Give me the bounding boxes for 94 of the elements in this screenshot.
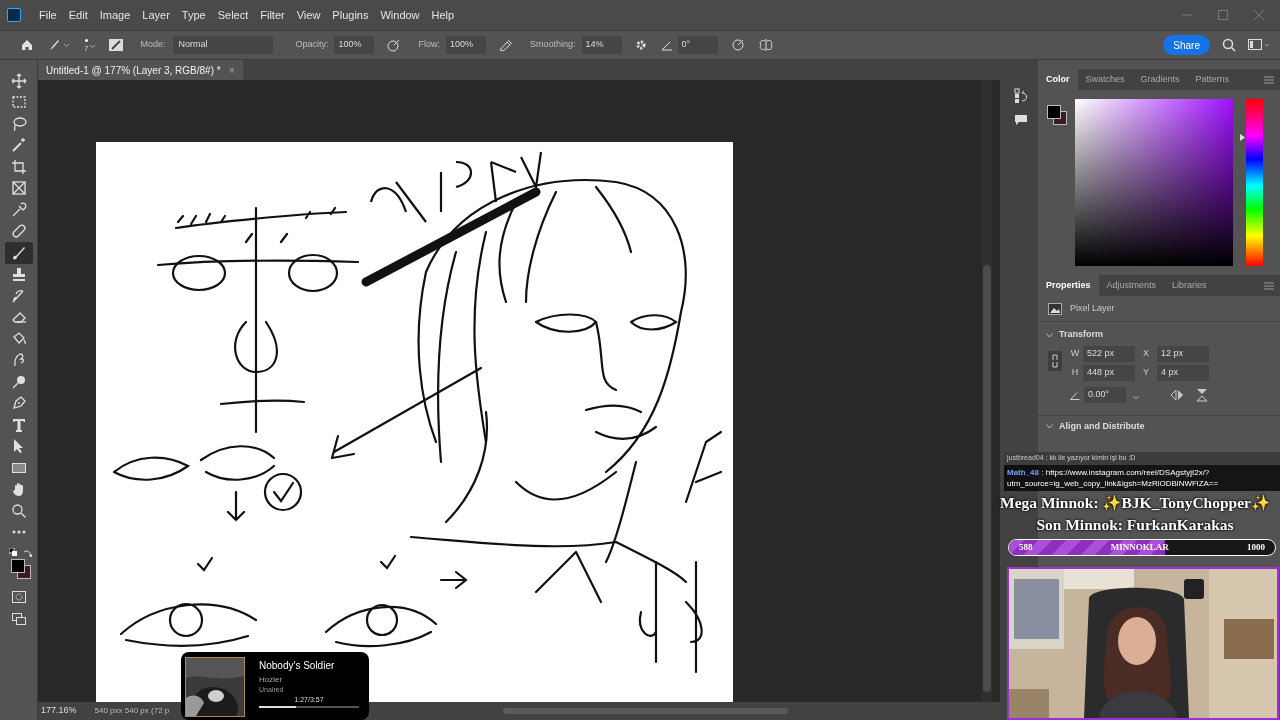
smoothing-label: Smoothing: [530,38,576,52]
brush-tip-icon[interactable] [84,39,88,42]
hue-slider[interactable] [1240,99,1263,266]
default-colors-icon[interactable] [8,548,17,556]
field-label: X [1142,347,1150,361]
menu-item[interactable]: File [33,6,63,24]
color-swatches-icon[interactable] [10,559,31,579]
smoothing-field[interactable]: 14% [581,36,622,54]
rotation-field[interactable]: 0.00° [1084,387,1126,403]
menu-item[interactable]: Layer [136,6,176,24]
menu-item[interactable]: Edit [62,6,94,24]
brush-size-label: 7 [84,44,89,53]
panel-tab[interactable]: Adjustments [1098,275,1165,296]
horizontal-scrollbar-thumb[interactable] [503,708,788,714]
flip-horizontal-icon[interactable] [1170,389,1184,401]
comments-panel-icon[interactable] [1014,114,1028,126]
document-tab[interactable]: Untitled-1 @ 177% (Layer 3, RGB/8#) * × [38,60,243,80]
menu-item[interactable]: Window [374,6,426,24]
flow-field[interactable]: 100% [446,36,486,54]
home-icon[interactable] [20,38,34,52]
move-tool-icon[interactable] [10,72,27,89]
brush-icon[interactable] [48,38,70,52]
panel-tab[interactable]: Color [1038,69,1078,90]
dimension-field[interactable]: 448 px [1083,365,1135,381]
mode-dropdown[interactable]: Normal [173,36,274,54]
butterfly-icon[interactable] [757,38,774,52]
section-title[interactable]: Transform [1059,328,1103,342]
collapse-icon[interactable] [1046,332,1053,338]
pen-tool-icon[interactable] [10,395,27,412]
song-title: Nobody's Soldier [259,660,336,672]
field-label: Y [1142,366,1150,380]
panel-tab[interactable]: Patterns [1187,69,1238,90]
frame-tool-icon[interactable] [10,180,27,197]
panel-tab[interactable]: Swatches [1077,69,1133,90]
layer-type-label: Pixel Layer [1070,301,1115,315]
collapse-icon[interactable] [1046,424,1053,429]
menu-item[interactable]: Help [425,6,461,24]
healing-tool-icon[interactable] [10,223,27,240]
dodge-tool-icon[interactable] [10,373,27,390]
angle-field[interactable]: 0° [677,36,718,54]
screen-mode-icon[interactable] [11,613,26,625]
menu-item[interactable]: View [290,6,327,24]
menu-item[interactable]: Type [175,6,212,24]
flow-label: Flow: [418,38,440,52]
pressure-size-icon[interactable] [729,38,746,52]
app-logo-icon [7,8,21,22]
zoom-level[interactable]: 177.16% [41,704,77,718]
section-title[interactable]: Align and Distribute [1059,419,1145,434]
panel-tab[interactable]: Gradients [1132,69,1188,90]
brush-settings-icon[interactable] [108,38,125,52]
artist-name: Hozier [259,674,284,686]
search-icon[interactable] [1222,38,1236,52]
menu-item[interactable]: Image [93,6,137,24]
top-supporter-label: Mega Minnok: ✨BJK_TonyChopper✨ [999,493,1271,513]
position-field[interactable]: 12 px [1157,346,1209,362]
chat-message: Math_48 : https://www.instagram.com/reel/DSAgstyjI2x/?utm_source=ig_web_copy_link&igsh=MzRlODBlNWFlZA== [1004,464,1280,491]
link-dimensions-icon[interactable] [1048,351,1062,371]
wand-tool-icon[interactable] [10,137,27,154]
color-swatches-icon[interactable] [1047,105,1067,125]
eyedropper-tool-icon[interactable] [10,201,27,218]
field-label: W [1070,347,1080,361]
position-field[interactable]: 4 px [1157,365,1209,381]
menu-item[interactable]: Plugins [326,6,375,24]
history-panel-icon[interactable] [1014,88,1028,104]
lasso-tool-icon[interactable] [10,115,27,132]
airbrush-icon[interactable] [498,38,514,52]
mode-label: Mode: [140,38,166,52]
panel-tab[interactable]: Libraries [1164,275,1215,296]
opacity-label: Opacity: [295,38,329,52]
document-size: 540 pxx 540 px (72 p [94,705,170,717]
zoom-tool-icon[interactable] [10,502,27,519]
marquee-tool-icon[interactable] [10,94,27,111]
quick-mask-icon[interactable] [11,591,26,603]
scrollbar-thumb[interactable] [983,265,991,692]
menu-item[interactable]: Filter [254,6,291,24]
panel-tab[interactable]: Properties [1038,275,1099,296]
color-picker-field[interactable] [1075,99,1233,266]
stamp-tool-icon[interactable] [10,266,27,283]
type-tool-icon[interactable] [10,416,27,433]
share-button[interactable]: Share [1163,35,1210,55]
flip-vertical-icon[interactable] [1196,388,1208,402]
menu-item[interactable]: Select [211,6,255,24]
workspace-icon[interactable] [1248,38,1270,52]
field-label: H [1070,366,1080,380]
latest-supporter-label: Son Minnok: FurkanKarakas [1035,515,1235,535]
opacity-field[interactable]: 100% [334,36,375,54]
brush-tool-icon[interactable] [10,244,27,261]
crop-tool-icon[interactable] [10,158,27,175]
pixel-layer-icon [1048,302,1062,315]
angle-icon [1070,390,1080,400]
dimension-field[interactable]: 522 px [1083,346,1135,362]
goal-current: 588 [1019,540,1033,554]
swap-colors-icon[interactable] [22,549,32,558]
goal-target: 1000 [1247,540,1265,554]
